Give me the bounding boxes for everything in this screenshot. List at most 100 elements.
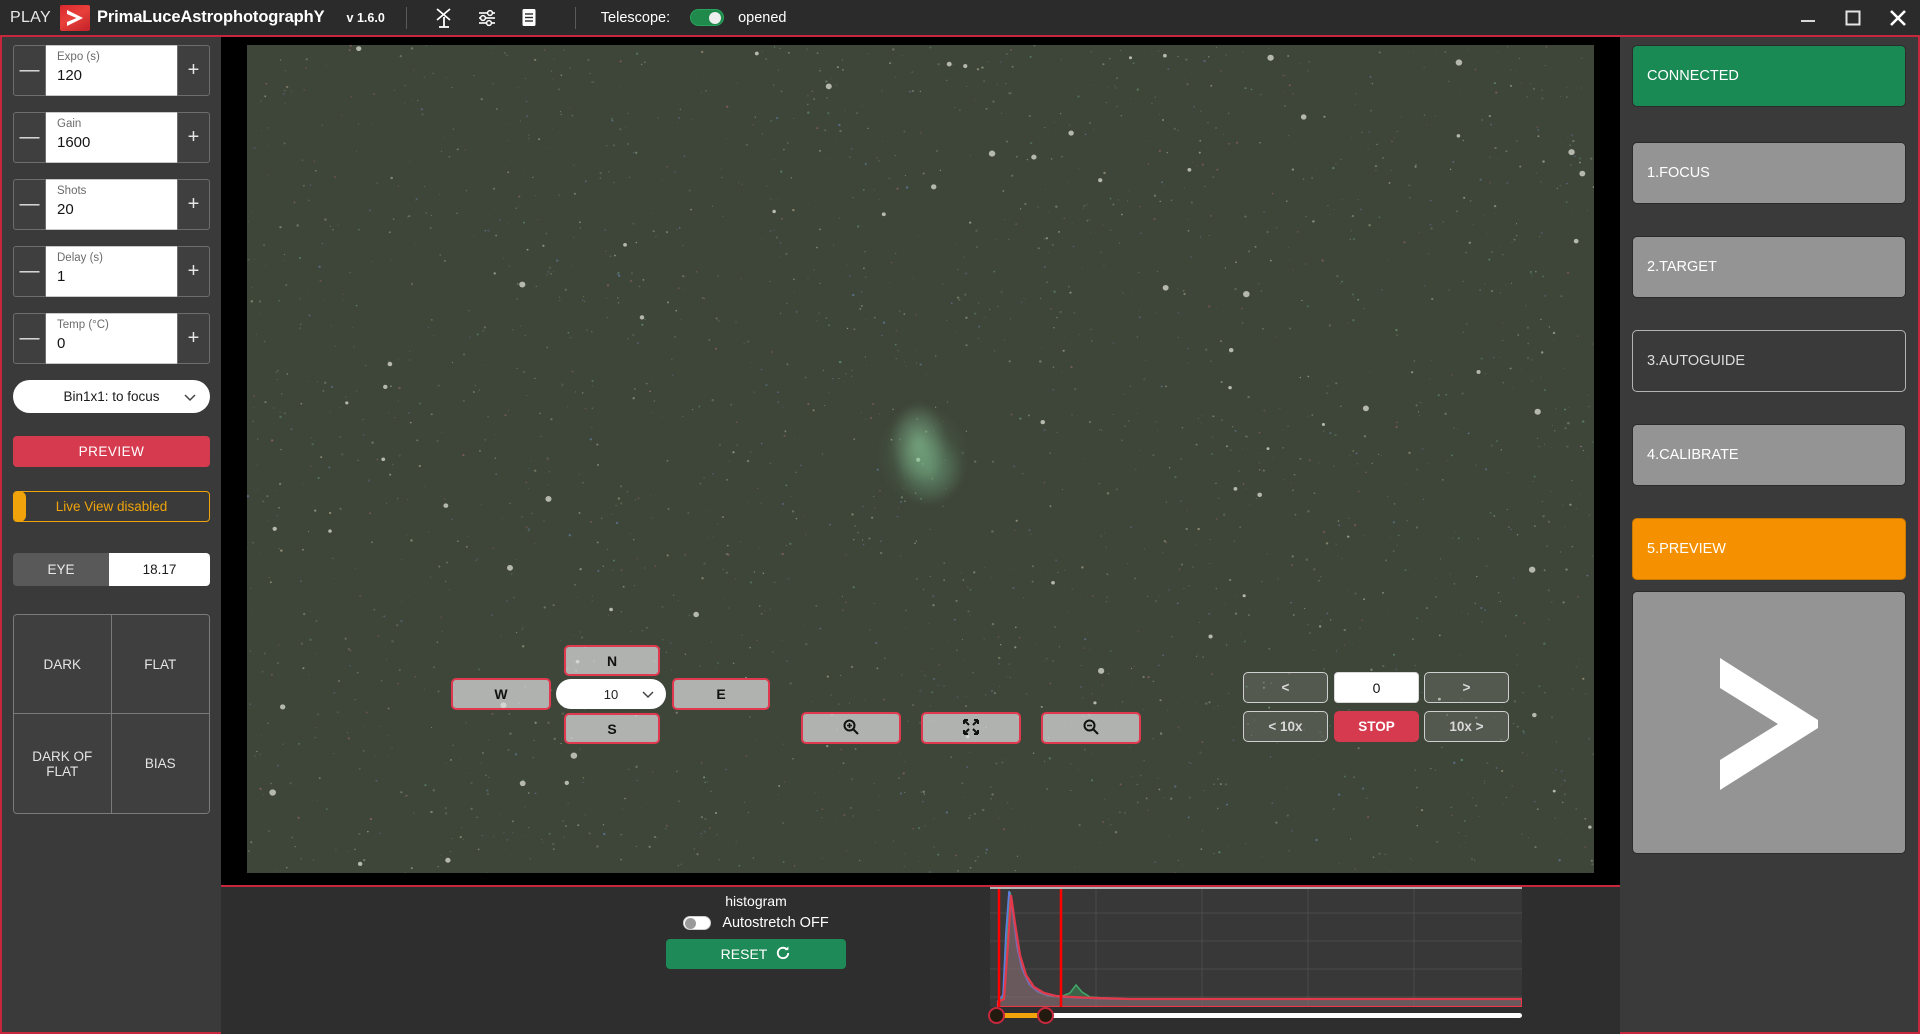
primalucelab-chevron-logo-icon xyxy=(1704,648,1834,798)
expo-field[interactable]: Expo (s) 120 xyxy=(46,45,177,96)
chevron-down-icon xyxy=(184,389,196,404)
temp-value: 0 xyxy=(57,335,66,352)
fit-screen-icon xyxy=(962,718,980,739)
histogram-plot[interactable] xyxy=(990,887,1522,1007)
binning-select[interactable]: Bin1x1: to focus xyxy=(13,380,210,413)
delay-value: 1 xyxy=(57,268,66,285)
image-viewport[interactable]: N W E S 10 < 0 > < 10x STOP 10x > xyxy=(221,35,1620,887)
binning-select-value: Bin1x1: to focus xyxy=(63,389,160,404)
shots-label: Shots xyxy=(57,185,87,197)
gain-decrement-button[interactable]: — xyxy=(13,112,46,163)
telescope-state: opened xyxy=(738,9,787,26)
stepper-shots: — Shots 20 + xyxy=(13,179,210,230)
slider-handle-high[interactable] xyxy=(1037,1007,1054,1024)
step-button-focus[interactable]: 1.FOCUS xyxy=(1632,142,1906,204)
autostretch-toggle[interactable] xyxy=(683,916,712,930)
telescope-toggle[interactable] xyxy=(690,9,725,26)
zoom-in-button[interactable] xyxy=(801,712,901,744)
focuser-position-input[interactable]: 0 xyxy=(1334,672,1419,703)
live-view-status[interactable]: Live View disabled xyxy=(13,491,210,522)
dpad-east-button[interactable]: E xyxy=(672,678,770,710)
live-view-indicator xyxy=(13,491,26,522)
expo-value: 120 xyxy=(57,67,83,84)
preview-button[interactable]: PREVIEW xyxy=(13,436,210,467)
gain-increment-button[interactable]: + xyxy=(177,112,210,163)
shots-value: 20 xyxy=(57,201,74,218)
right-workflow-panel: CONNECTED 1.FOCUS 2.TARGET 3.AUTOGUIDE 4… xyxy=(1620,35,1920,1034)
app-brand: PrimaLuceAstrophotographY xyxy=(96,8,325,26)
expo-increment-button[interactable]: + xyxy=(177,45,210,96)
center-column: N W E S 10 < 0 > < 10x STOP 10x > histog… xyxy=(221,35,1620,1034)
zoom-out-icon xyxy=(1082,718,1100,739)
gain-label: Gain xyxy=(57,118,82,130)
focuser-step-left-button[interactable]: < xyxy=(1243,672,1328,703)
zoom-in-icon xyxy=(842,718,860,739)
autostretch-toggle-knob xyxy=(685,918,697,929)
temp-field[interactable]: Temp (°C) 0 xyxy=(46,313,177,364)
step-button-target[interactable]: 2.TARGET xyxy=(1632,236,1906,298)
stepper-gain: — Gain 1600 + xyxy=(13,112,210,163)
shots-decrement-button[interactable]: — xyxy=(13,179,46,230)
close-button[interactable] xyxy=(1875,0,1920,35)
dpad-step-value: 10 xyxy=(603,686,619,702)
focuser-step-right-10x-button[interactable]: 10x > xyxy=(1424,711,1509,742)
gain-field[interactable]: Gain 1600 xyxy=(46,112,177,163)
focuser-step-right-button[interactable]: > xyxy=(1424,672,1509,703)
book-icon[interactable] xyxy=(512,4,546,32)
flat-button[interactable]: FLAT xyxy=(111,615,209,714)
chevron-down-icon-dpad xyxy=(642,687,654,702)
delay-field[interactable]: Delay (s) 1 xyxy=(46,246,177,297)
expo-decrement-button[interactable]: — xyxy=(13,45,46,96)
maximize-button[interactable] xyxy=(1830,0,1875,35)
calibration-frames-grid: DARK FLAT DARK OF FLAT BIAS xyxy=(13,614,210,814)
brand-logo-panel xyxy=(1632,591,1906,854)
shots-field[interactable]: Shots 20 xyxy=(46,179,177,230)
focuser-step-left-10x-button[interactable]: < 10x xyxy=(1243,711,1328,742)
nebula-object xyxy=(863,392,984,518)
status-badge-connected[interactable]: CONNECTED xyxy=(1632,45,1906,107)
telescope-icon[interactable] xyxy=(428,4,462,32)
sliders-icon[interactable] xyxy=(470,4,504,32)
delay-decrement-button[interactable]: — xyxy=(13,246,46,297)
histogram-reset-button[interactable]: RESET xyxy=(666,939,846,969)
dpad-north-button[interactable]: N xyxy=(564,645,660,676)
title-bar: PLAY PrimaLuceAstrophotographY v 1.6.0 T… xyxy=(0,0,1920,35)
temp-increment-button[interactable]: + xyxy=(177,313,210,364)
zoom-out-button[interactable] xyxy=(1041,712,1141,744)
shots-increment-button[interactable]: + xyxy=(177,179,210,230)
temp-label: Temp (°C) xyxy=(57,319,109,331)
slider-handle-low[interactable] xyxy=(988,1007,1005,1024)
step-button-autoguide[interactable]: 3.AUTOGUIDE xyxy=(1632,330,1906,392)
eye-button[interactable]: EYE xyxy=(13,553,109,586)
histogram-title: histogram xyxy=(725,893,787,909)
minimize-button[interactable] xyxy=(1785,0,1830,35)
divider-2 xyxy=(574,6,576,29)
autostretch-row: Autostretch OFF xyxy=(683,915,829,931)
dpad-step-select[interactable]: 10 xyxy=(556,679,666,709)
stepper-temp: — Temp (°C) 0 + xyxy=(13,313,210,364)
stepper-delay: — Delay (s) 1 + xyxy=(13,246,210,297)
toggle-knob xyxy=(709,11,722,24)
histogram-controls: histogram Autostretch OFF RESET xyxy=(576,893,936,969)
eye-row: EYE 18.17 xyxy=(13,553,210,586)
delay-label: Delay (s) xyxy=(57,252,104,264)
histogram-reset-label: RESET xyxy=(720,946,768,962)
delay-increment-button[interactable]: + xyxy=(177,246,210,297)
sky-image xyxy=(247,45,1594,873)
expo-label: Expo (s) xyxy=(57,51,100,63)
temp-decrement-button[interactable]: — xyxy=(13,313,46,364)
dark-of-flat-button[interactable]: DARK OF FLAT xyxy=(14,714,112,813)
histogram-range-slider[interactable] xyxy=(988,1005,1522,1027)
eye-value: 18.17 xyxy=(109,553,210,586)
step-button-preview[interactable]: 5.PREVIEW xyxy=(1632,518,1906,580)
dpad-south-button[interactable]: S xyxy=(564,713,660,744)
left-control-panel: — Expo (s) 120 + — Gain 1600 + — Shots 2… xyxy=(0,35,221,1034)
dpad-west-button[interactable]: W xyxy=(451,678,551,710)
dark-button[interactable]: DARK xyxy=(14,615,112,714)
primalucelab-logo-icon xyxy=(59,4,90,31)
bias-button[interactable]: BIAS xyxy=(111,714,209,813)
focuser-stop-button[interactable]: STOP xyxy=(1334,711,1419,742)
fit-screen-button[interactable] xyxy=(921,712,1021,744)
step-button-calibrate[interactable]: 4.CALIBRATE xyxy=(1632,424,1906,486)
app-version: v 1.6.0 xyxy=(346,10,385,25)
